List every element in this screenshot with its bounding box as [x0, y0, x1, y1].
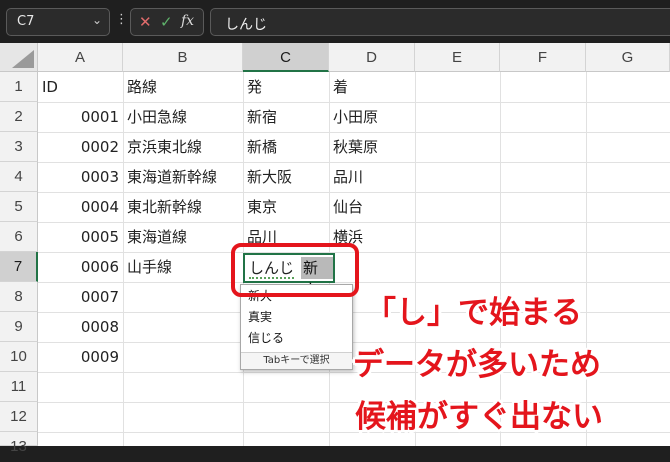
cell-c5[interactable]: 東京 — [247, 192, 327, 222]
column-header-e[interactable]: E — [415, 43, 500, 72]
enter-check-icon[interactable]: ✓ — [160, 13, 173, 31]
cell-d4[interactable]: 品川 — [333, 162, 413, 192]
callout-line-3: 候補がすぐ出ない — [355, 399, 603, 435]
cell-a8[interactable]: 0007 — [38, 282, 119, 312]
row-header-6[interactable]: 6 — [0, 222, 38, 252]
cell-a4[interactable]: 0003 — [38, 162, 119, 192]
callout-line-1: 「し」で始まる — [365, 295, 582, 331]
autocomplete-footer-hint: Tabキーで選択 — [241, 352, 352, 369]
cell-c3[interactable]: 新橋 — [247, 132, 327, 162]
cell-a3[interactable]: 0002 — [38, 132, 119, 162]
select-all-button[interactable] — [0, 43, 38, 72]
cell-a5[interactable]: 0004 — [38, 192, 119, 222]
cancel-icon[interactable]: ✕ — [139, 13, 152, 31]
cell-d3[interactable]: 秋葉原 — [333, 132, 413, 162]
cell-b2[interactable]: 小田急線 — [127, 102, 241, 132]
formula-bar: C7 ⌄ ⋮ ✕ ✓ fx しんじ — [0, 0, 670, 42]
name-box-value: C7 — [17, 14, 35, 29]
column-header-a[interactable]: A — [38, 43, 123, 72]
row-header-9[interactable]: 9 — [0, 312, 38, 342]
column-header-c[interactable]: C — [243, 43, 329, 72]
column-header-b[interactable]: B — [123, 43, 243, 72]
row-header-1[interactable]: 1 — [0, 72, 38, 102]
cell-b1[interactable]: 路線 — [127, 72, 241, 102]
gridline — [123, 72, 124, 446]
cell-a7[interactable]: 0006 — [38, 252, 119, 282]
autocomplete-item[interactable]: 信じる — [248, 329, 284, 346]
cell-d2[interactable]: 小田原 — [333, 102, 413, 132]
column-header-g[interactable]: G — [586, 43, 670, 72]
row-header-5[interactable]: 5 — [0, 192, 38, 222]
cell-b3[interactable]: 京浜東北線 — [127, 132, 241, 162]
cell-a1[interactable]: ID — [42, 72, 120, 102]
select-all-triangle-icon — [12, 50, 34, 68]
gridline — [415, 72, 416, 446]
gridline — [500, 72, 501, 446]
row-header-4[interactable]: 4 — [0, 162, 38, 192]
row-header-10[interactable]: 10 — [0, 342, 38, 372]
formula-controls: ✕ ✓ fx — [130, 8, 204, 36]
cell-c2[interactable]: 新宿 — [247, 102, 327, 132]
cell-b6[interactable]: 東海道線 — [127, 222, 241, 252]
insert-function-icon[interactable]: fx — [181, 13, 194, 29]
cell-a9[interactable]: 0008 — [38, 312, 119, 342]
column-header-d[interactable]: D — [329, 43, 415, 72]
cell-b7[interactable]: 山手線 — [127, 252, 241, 282]
row-header-7[interactable]: 7 — [0, 252, 38, 282]
gridline — [586, 72, 587, 446]
autocomplete-item[interactable]: 真実 — [248, 308, 272, 325]
row-header-11[interactable]: 11 — [0, 372, 38, 402]
more-options-icon[interactable]: ⋮ — [115, 12, 128, 27]
row-header-12[interactable]: 12 — [0, 402, 38, 432]
callout-line-2: データが多いため — [353, 347, 601, 383]
row-header-13[interactable]: 13 — [0, 432, 38, 455]
cell-c1[interactable]: 発 — [247, 72, 327, 102]
cell-b4[interactable]: 東海道新幹線 — [127, 162, 241, 192]
cell-d5[interactable]: 仙台 — [333, 192, 413, 222]
cell-a6[interactable]: 0005 — [38, 222, 119, 252]
cell-d1[interactable]: 着 — [333, 72, 413, 102]
column-header-f[interactable]: F — [500, 43, 586, 72]
row-header-8[interactable]: 8 — [0, 282, 38, 312]
cell-a2[interactable]: 0001 — [38, 102, 119, 132]
cell-b5[interactable]: 東北新幹線 — [127, 192, 241, 222]
cell-a10[interactable]: 0009 — [38, 342, 119, 372]
row-header-3[interactable]: 3 — [0, 132, 38, 162]
formula-input[interactable]: しんじ — [210, 8, 670, 36]
chevron-down-icon[interactable]: ⌄ — [92, 13, 102, 27]
formula-input-value: しんじ — [225, 17, 267, 33]
cell-c4[interactable]: 新大阪 — [247, 162, 327, 192]
row-header-2[interactable]: 2 — [0, 102, 38, 132]
highlight-box — [231, 243, 359, 297]
name-box[interactable]: C7 ⌄ — [6, 8, 110, 36]
